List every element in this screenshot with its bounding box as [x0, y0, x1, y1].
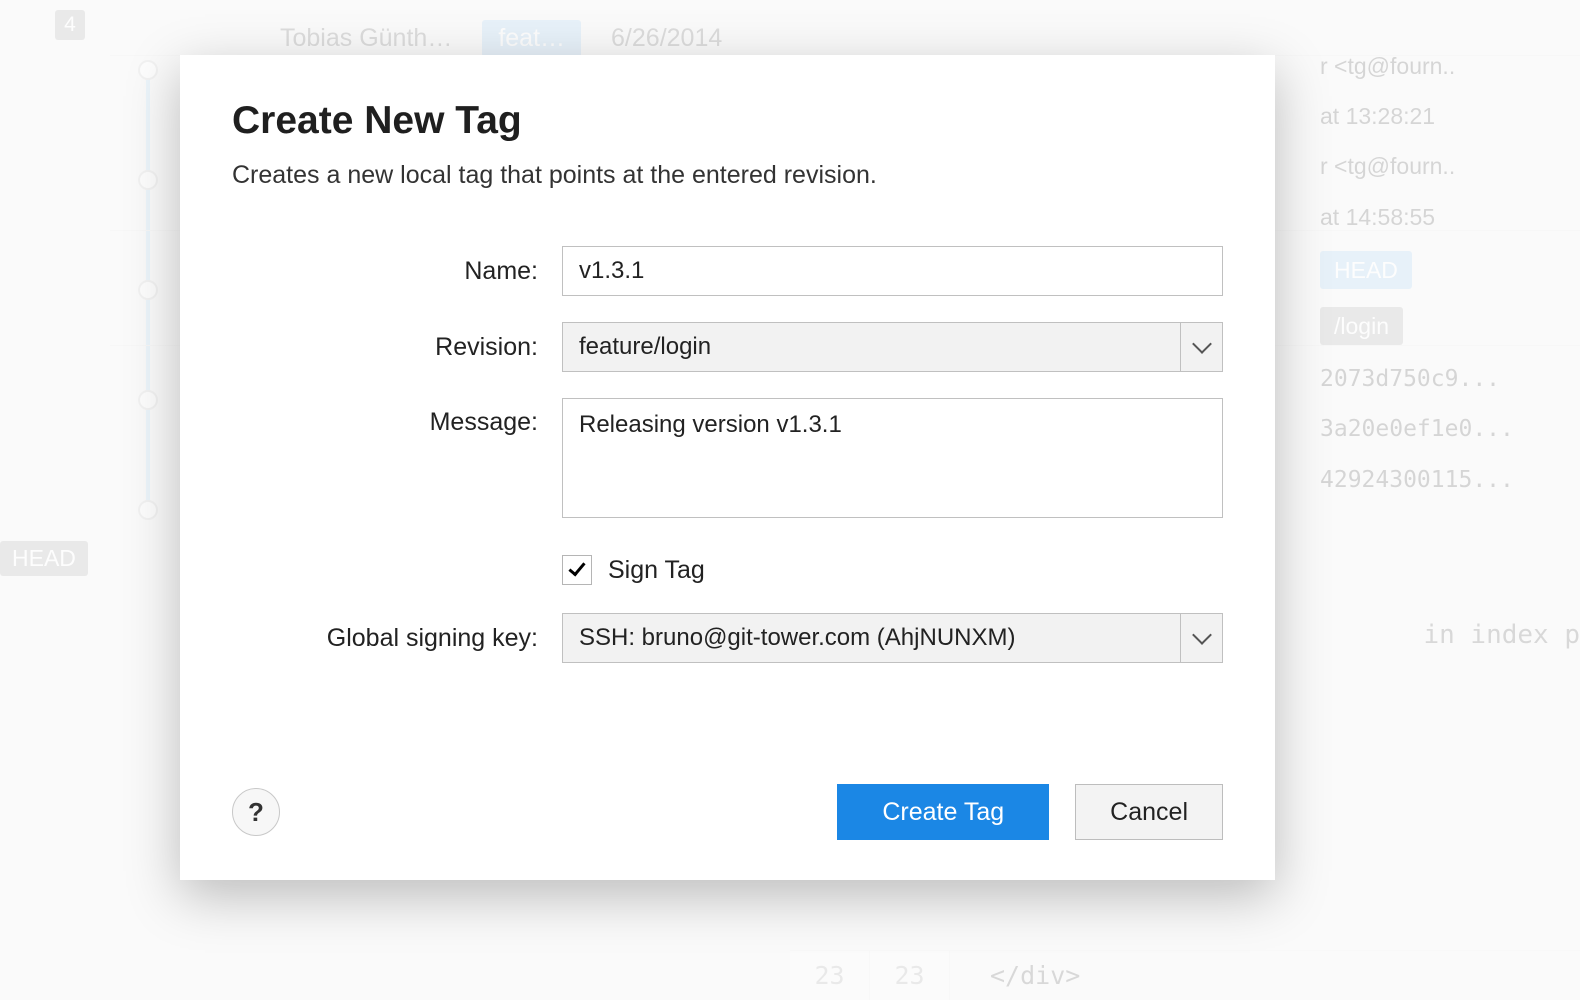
commit-details-panel: r <tg@fourn.. at 13:28:21 r <tg@fourn.. …	[1320, 50, 1580, 514]
sign-tag-label: Sign Tag	[608, 556, 705, 585]
cancel-button[interactable]: Cancel	[1075, 784, 1223, 840]
create-tag-dialog: Create New Tag Creates a new local tag t…	[180, 55, 1275, 880]
head-pill: HEAD	[1320, 251, 1412, 289]
diff-line-number-old: 23	[790, 951, 870, 1000]
chevron-down-icon	[1192, 334, 1212, 354]
diff-row: 23 23 </div>	[790, 950, 1580, 1000]
signing-key-combobox[interactable]: SSH: bruno@git-tower.com (AhjNUNXM)	[562, 613, 1223, 663]
dialog-subtitle: Creates a new local tag that points at t…	[232, 161, 1223, 190]
detail-line: r <tg@fourn..	[1320, 150, 1580, 182]
revision-dropdown-button[interactable]	[1180, 323, 1222, 371]
help-button[interactable]: ?	[232, 788, 280, 836]
sign-tag-checkbox[interactable]	[562, 555, 592, 585]
detail-line: at 14:58:55	[1320, 201, 1580, 233]
revision-label: Revision:	[232, 333, 562, 362]
signing-key-value: SSH: bruno@git-tower.com (AhjNUNXM)	[563, 624, 1180, 652]
branch-pill: feat…	[482, 20, 581, 57]
commit-date: 6/26/2014	[611, 24, 722, 53]
diff-text-fragment: in index p	[1423, 620, 1580, 650]
commit-node	[138, 280, 158, 300]
signing-key-label: Global signing key:	[232, 624, 562, 653]
name-label: Name:	[232, 257, 562, 286]
signing-key-dropdown-button[interactable]	[1180, 614, 1222, 662]
diff-line-content: </div>	[950, 961, 1080, 990]
checkmark-icon	[568, 558, 585, 576]
commit-hash: 2073d750c9...	[1320, 363, 1580, 395]
commit-hash: 42924300115...	[1320, 464, 1580, 496]
commit-row-preview: Tobias Günth… feat… 6/26/2014	[280, 20, 722, 57]
commit-node	[138, 170, 158, 190]
commit-node	[138, 500, 158, 520]
detail-line: at 13:28:21	[1320, 100, 1580, 132]
commit-node	[138, 60, 158, 80]
name-input[interactable]	[562, 246, 1223, 296]
count-badge: 4	[55, 10, 85, 40]
commit-node	[138, 390, 158, 410]
revision-combobox[interactable]: feature/login	[562, 322, 1223, 372]
diff-view: 23 23 </div>	[790, 950, 1580, 1000]
revision-value: feature/login	[563, 333, 1180, 361]
branch-pill: /login	[1320, 307, 1403, 345]
head-badge: HEAD	[0, 541, 88, 576]
detail-line: r <tg@fourn..	[1320, 50, 1580, 82]
message-label: Message:	[232, 398, 562, 437]
chevron-down-icon	[1192, 625, 1212, 645]
create-tag-button[interactable]: Create Tag	[837, 784, 1049, 840]
author-name: Tobias Günth…	[280, 24, 452, 53]
commit-hash: 3a20e0ef1e0...	[1320, 413, 1580, 445]
message-textarea[interactable]: Releasing version v1.3.1	[562, 398, 1223, 518]
dialog-title: Create New Tag	[232, 99, 1223, 143]
diff-line-number-new: 23	[870, 951, 950, 1000]
